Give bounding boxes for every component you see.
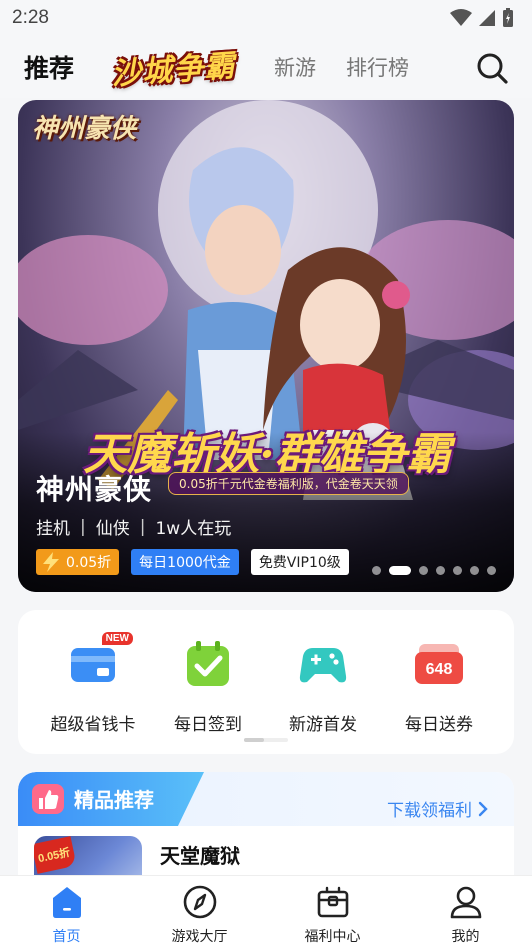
discount-tag-label: 0.05折 [66,555,112,571]
compass-icon [183,885,216,919]
banner-subtitle: 0.05折千元代金卷福利版，代金卷天天领 [168,472,409,495]
card-icon [71,648,115,682]
calendar-check-icon-wrap [182,638,234,690]
carousel-dot-active[interactable] [389,566,411,575]
download-benefits-link[interactable]: 下载领福利 [387,796,488,821]
nav-profile-label: 我的 [451,929,480,945]
carousel-dot[interactable] [487,566,496,575]
tab-rankings[interactable]: 排行榜 [346,52,409,82]
tab-shacheng-logo[interactable]: 沙城争霸 [102,43,244,93]
user-icon [450,886,481,919]
nav-game-hall[interactable]: 游戏大厅 [133,876,266,946]
gamepad-icon [299,648,347,683]
carousel-dot[interactable] [470,566,479,575]
chevron-right-icon [478,801,488,816]
meta-category: 仙侠 [95,519,130,539]
banner-game-title: 神州豪侠 [36,473,153,506]
coupon-icon-text: 648 [426,661,453,678]
nav-profile[interactable]: 我的 [399,876,532,946]
banner-game-logo: 神州豪侠 [32,114,137,144]
status-icons [450,8,514,28]
discount-badge: 0.05折 [34,836,77,874]
carousel-dot[interactable] [419,566,428,575]
coupon-tag: 每日1000代金 [131,549,239,575]
nav-game-hall-label: 游戏大厅 [171,929,228,945]
nav-benefits-label: 福利中心 [304,929,361,945]
quick-item-label: 每日送券 [405,715,473,735]
quick-item-label: 每日签到 [174,715,242,735]
quick-item-label: 新游首发 [289,715,357,735]
bottom-nav: 首页 游戏大厅 福利中心 我的 [0,875,532,946]
discount-tag: 0.05折 [36,549,120,575]
quick-item-checkin[interactable]: 每日签到 [148,638,268,735]
card-icon-wrap: NEW [67,632,133,690]
nav-home-label: 首页 [52,929,81,945]
top-nav: 推荐 沙城争霸 新游 排行榜 [0,36,532,98]
home-icon [52,887,81,918]
coupon-648-icon: 648 [415,644,463,684]
quick-item-coupons[interactable]: 648 每日送券 [379,638,499,735]
calendar-check-icon [187,641,229,686]
vip-tag: 免费VIP10级 [250,549,349,575]
wifi-icon [450,9,472,26]
banner-meta: 挂机 | 仙侠 | 1w人在玩 [36,514,232,540]
coupon-648-icon-wrap: 648 [413,638,465,690]
meta-separator: | [80,516,86,537]
signal-icon [479,10,495,26]
carousel-dot[interactable] [372,566,381,575]
quick-actions-card: NEW 超级省钱卡 每日签到 新游首发 648 每日送券 [18,610,514,754]
battery-icon [503,8,513,27]
gift-box-icon [317,886,348,918]
meta-players: 1w人在玩 [155,519,232,539]
meta-genre: 挂机 [36,519,70,539]
tab-new-games[interactable]: 新游 [274,52,316,82]
new-badge: NEW [101,632,133,645]
nav-home[interactable]: 首页 [0,876,133,946]
page-indicator [244,738,288,742]
gamepad-icon-wrap [297,638,349,690]
carousel-dot[interactable] [453,566,462,575]
quick-item-new-games[interactable]: 新游首发 [263,638,383,735]
nav-benefits[interactable]: 福利中心 [266,876,399,946]
status-time: 2:28 [12,7,49,28]
carousel-dots [372,566,496,575]
lightning-icon [43,552,59,572]
game-name: 天堂魔狱 [160,844,240,868]
search-icon[interactable] [476,52,508,84]
page-indicator-thumb [244,738,264,742]
thumbs-up-icon [32,784,64,814]
meta-separator: | [139,516,146,537]
quick-item-label: 超级省钱卡 [50,715,136,735]
status-bar: 2:28 [0,0,532,36]
carousel-dot[interactable] [436,566,445,575]
featured-title: 精品推荐 [74,788,154,812]
banner-tags: 0.05折 每日1000代金 免费VIP10级 [36,549,349,575]
quick-item-saving-card[interactable]: NEW 超级省钱卡 [33,632,153,735]
download-benefits-label: 下载领福利 [387,801,472,821]
shacheng-logo-text: 沙城争霸 [110,48,237,93]
hero-banner[interactable]: 神州豪侠 天魔斩妖·群雄争霸 0.05折千元代金卷福利版，代金卷天天领 神州豪侠… [18,100,514,592]
tab-recommend[interactable]: 推荐 [24,49,74,85]
